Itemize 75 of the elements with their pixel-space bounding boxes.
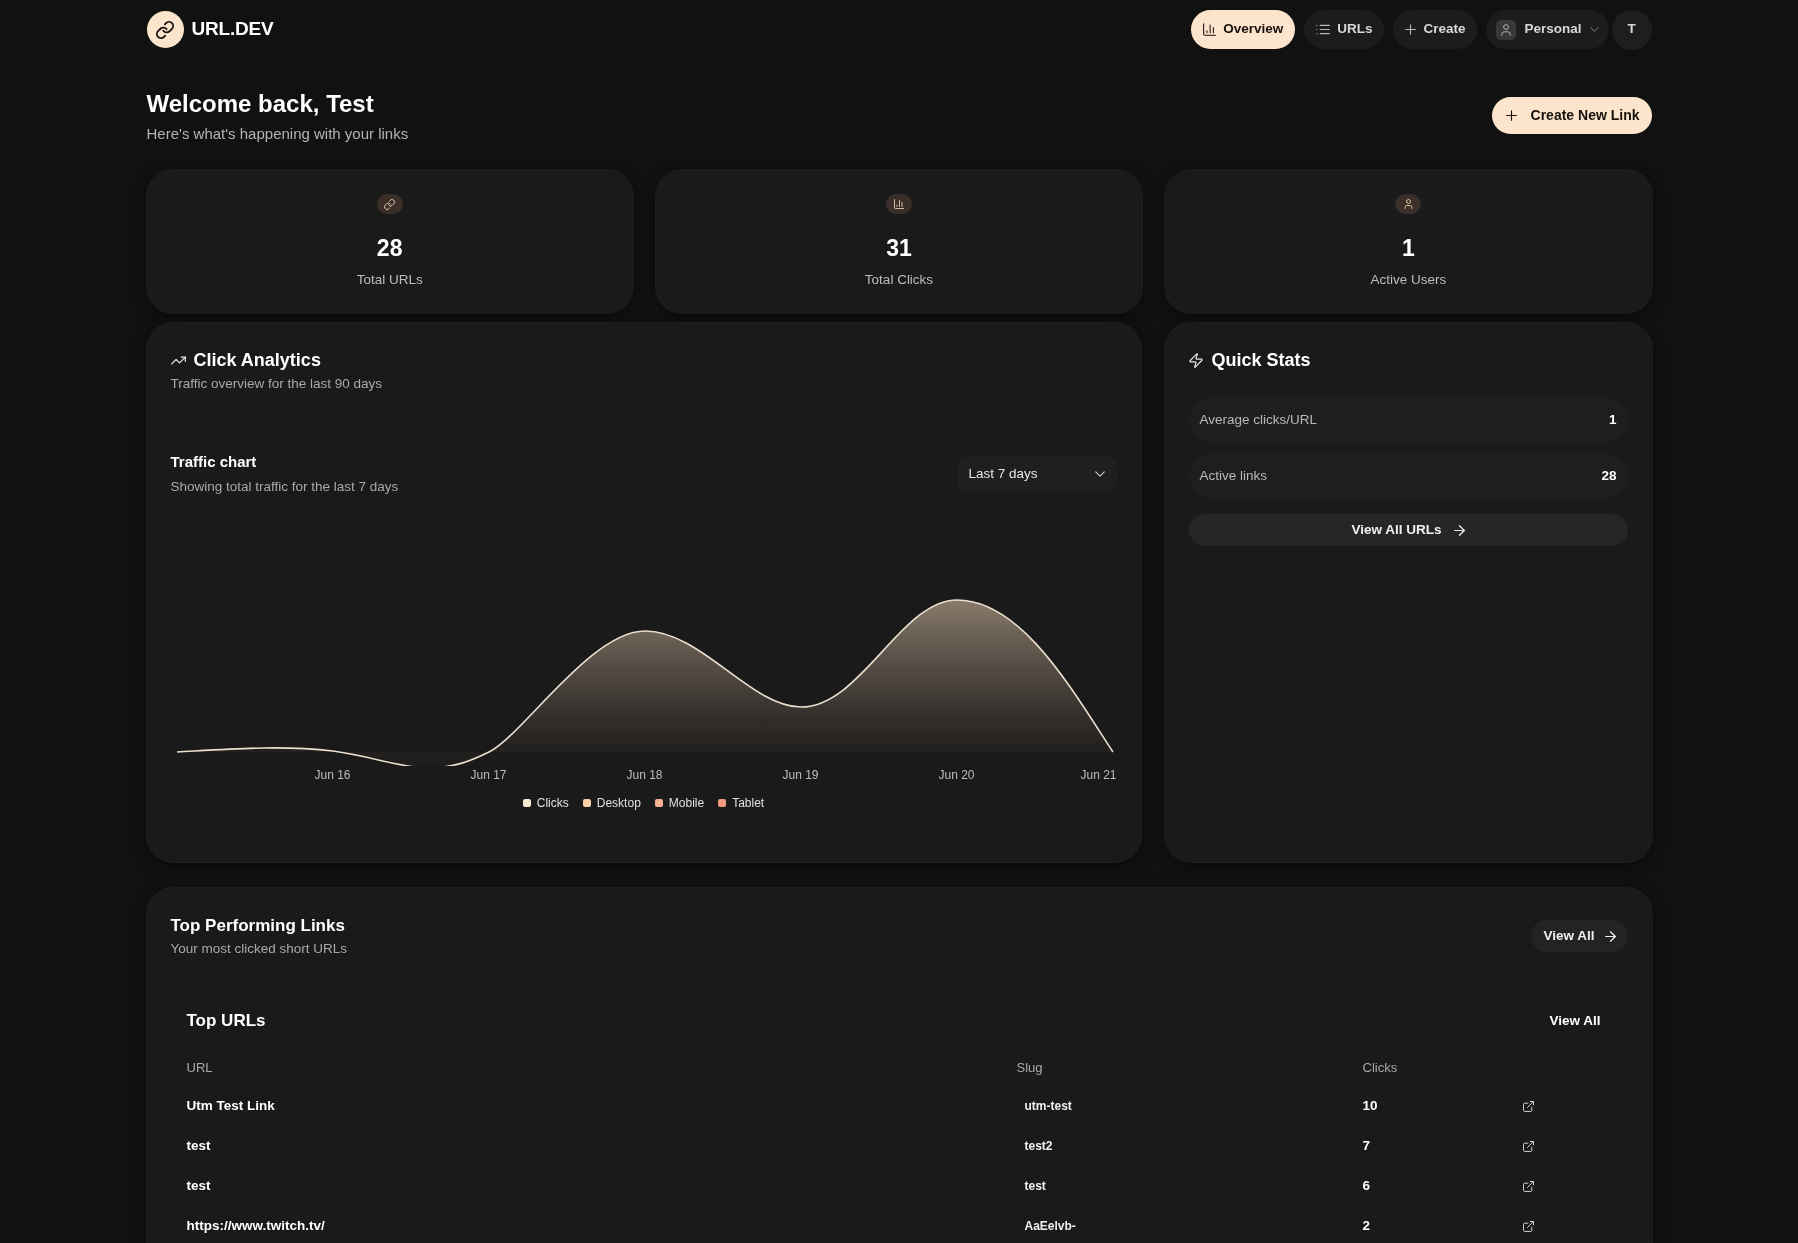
- table-cell-text: https://www.twitch.tv/: [186, 1217, 325, 1236]
- bar-chart-icon: [886, 194, 912, 214]
- caret-icon: [1589, 27, 1599, 32]
- user-avatar[interactable]: T: [1611, 9, 1652, 50]
- table-cell-text: utm-test: [1023, 1098, 1072, 1116]
- card-subtitle: Traffic overview for the last 90 days: [170, 375, 384, 393]
- legend-label: Clicks: [536, 795, 569, 812]
- brand-name: URL.DEV: [191, 17, 274, 42]
- table-cell-text: test: [1023, 1178, 1046, 1196]
- column-header: URL: [186, 1058, 213, 1077]
- plus-icon: [1505, 110, 1517, 121]
- stat-label: Active links: [1199, 466, 1268, 485]
- stat-label: Active Users: [1370, 271, 1447, 289]
- axis-label: Jun 19: [782, 767, 819, 784]
- caret-icon: [1094, 471, 1105, 477]
- chart-title: Traffic chart: [170, 452, 258, 472]
- stat-value: 31: [886, 234, 912, 263]
- external-link-icon[interactable]: [1522, 1100, 1534, 1112]
- view-all-button[interactable]: View All: [1531, 920, 1628, 952]
- table-cell-text: 10: [1362, 1097, 1378, 1116]
- card-title: Top Performing Links: [170, 915, 346, 937]
- page-subtitle: Here's what's happening with your links: [146, 124, 409, 144]
- view-all-link[interactable]: View All: [1545, 1008, 1612, 1035]
- nav-tab[interactable]: URLs: [1304, 10, 1385, 49]
- plus-icon: [1405, 24, 1417, 35]
- legend-label: Tablet: [732, 795, 765, 812]
- legend-label: Desktop: [596, 795, 641, 812]
- table-cell-text: test: [186, 1137, 211, 1156]
- column-header: Clicks: [1362, 1058, 1398, 1077]
- list-icon: [1316, 24, 1331, 35]
- axis-label: Jun 18: [626, 767, 663, 784]
- link-icon: [146, 11, 184, 48]
- arrow-right-icon: [1453, 524, 1465, 536]
- section-title: Top URLs: [186, 1010, 266, 1033]
- external-link-icon[interactable]: [1522, 1140, 1534, 1152]
- trending-up-icon: [170, 355, 186, 365]
- stat-label: Average clicks/URL: [1199, 410, 1318, 429]
- card-title: Click Analytics: [193, 349, 321, 372]
- chart-subtitle: Showing total traffic for the last 7 days: [170, 478, 399, 496]
- stat-value: 28: [1601, 466, 1617, 485]
- column-header: Slug: [1016, 1058, 1043, 1077]
- table-cell-text: Utm Test Link: [186, 1097, 275, 1116]
- table-cell-text: 6: [1362, 1177, 1370, 1196]
- arrow-right-icon: [1604, 930, 1616, 942]
- axis-label: Jun 17: [470, 767, 507, 784]
- nav-tab[interactable]: Create: [1393, 10, 1478, 49]
- axis-label: Jun 16: [314, 767, 351, 784]
- page-title: Welcome back, Test: [146, 89, 375, 118]
- card-title: Quick Stats: [1211, 349, 1311, 372]
- lightning-icon: [1188, 352, 1203, 368]
- user-icon: [1395, 194, 1422, 214]
- stat-label: Total URLs: [356, 271, 423, 289]
- range-select[interactable]: Last 7 days: [956, 456, 1117, 492]
- stat-value: 1: [1401, 234, 1415, 263]
- legend-label: Mobile: [668, 795, 705, 812]
- table-cell-text: test2: [1023, 1138, 1053, 1156]
- nav-tab[interactable]: Overview: [1191, 10, 1296, 49]
- stat-label: Total Clicks: [864, 271, 934, 289]
- bar-chart-icon: [1203, 23, 1217, 36]
- create-link-button[interactable]: Create New Link: [1491, 97, 1652, 134]
- external-link-icon[interactable]: [1522, 1180, 1534, 1192]
- axis-label: Jun 21: [1080, 767, 1117, 784]
- table-cell-text: 2: [1362, 1217, 1370, 1236]
- table-cell-text: AaEelvb-: [1023, 1218, 1076, 1236]
- card-subtitle: Your most clicked short URLs: [170, 940, 348, 958]
- user-icon: [1496, 19, 1517, 40]
- table-cell-text: 7: [1362, 1137, 1370, 1156]
- stat-value: 1: [1609, 410, 1617, 429]
- stat-value: 28: [376, 234, 403, 263]
- table-cell-text: test: [186, 1177, 211, 1196]
- view-all-urls-button[interactable]: View All URLs: [1188, 514, 1628, 546]
- external-link-icon[interactable]: [1522, 1220, 1534, 1232]
- axis-label: Jun 20: [938, 767, 975, 784]
- workspace-dropdown[interactable]: Personal: [1486, 10, 1609, 49]
- link-icon: [376, 194, 403, 214]
